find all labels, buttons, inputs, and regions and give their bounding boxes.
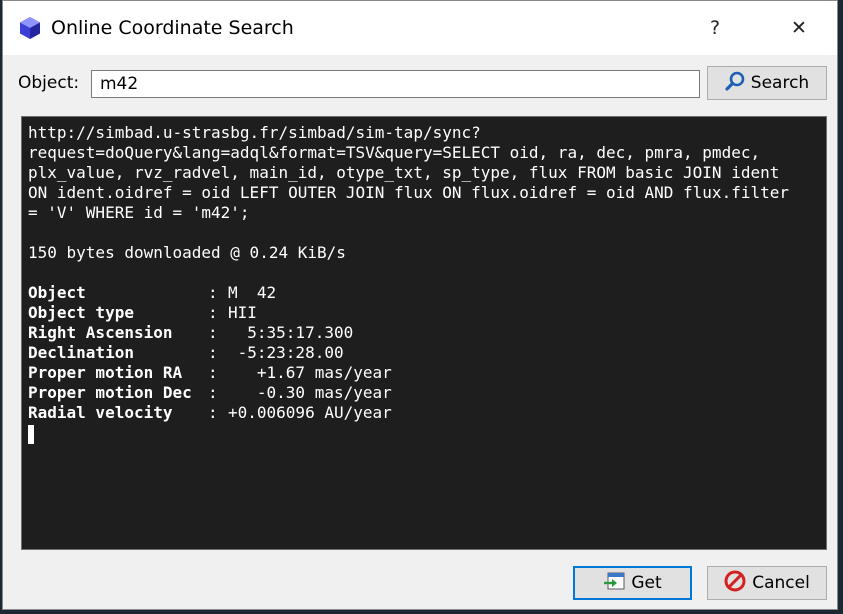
- result-row: Object type: HII: [28, 303, 820, 323]
- app-cube-icon: [19, 16, 41, 40]
- result-row: Radial velocity: +0.006096 AU/year: [28, 403, 820, 423]
- result-separator: :: [208, 283, 218, 302]
- result-separator: :: [208, 323, 218, 342]
- result-row: Right Ascension: 5:35:17.300: [28, 323, 820, 343]
- title-bar: Online Coordinate Search ? ✕: [3, 1, 837, 55]
- query-line: plx_value, rvz_radvel, main_id, otype_tx…: [28, 163, 780, 182]
- result-key: Object type: [28, 303, 134, 322]
- query-line: ON ident.oidref = oid LEFT OUTER JOIN fl…: [28, 183, 789, 202]
- result-value: +1.67 mas/year: [228, 363, 392, 382]
- result-row: Object: M 42: [28, 283, 820, 303]
- query-line: request=doQuery&lang=adql&format=TSV&que…: [28, 143, 761, 162]
- result-value: -0.30 mas/year: [228, 383, 392, 402]
- result-separator: :: [208, 303, 218, 322]
- object-input[interactable]: [91, 70, 700, 98]
- query-line: = 'V' WHERE id = 'm42';: [28, 203, 250, 222]
- coordinate-search-dialog: Online Coordinate Search ? ✕ Object: Sea…: [2, 0, 838, 610]
- cancel-button-label: Cancel: [752, 573, 810, 593]
- search-button-label: Search: [750, 73, 810, 93]
- result-separator: :: [208, 363, 218, 382]
- get-button-label: Get: [631, 573, 662, 593]
- output-console[interactable]: http://simbad.u-strasbg.fr/simbad/sim-ta…: [21, 116, 827, 550]
- search-button[interactable]: Search: [707, 66, 827, 100]
- window-title: Online Coordinate Search: [51, 17, 294, 39]
- result-list: Object: M 42 Object type: HII Right Ascensio…: [28, 283, 820, 423]
- result-key: Proper motion Dec: [28, 383, 192, 402]
- search-icon: [725, 71, 745, 96]
- result-row: Proper motion RA: +1.67 mas/year: [28, 363, 820, 383]
- result-value: HII: [228, 303, 257, 322]
- import-icon: [603, 571, 625, 596]
- result-separator: :: [208, 383, 218, 402]
- result-separator: :: [208, 343, 218, 362]
- query-text: http://simbad.u-strasbg.fr/simbad/sim-ta…: [28, 123, 820, 223]
- result-key: Object: [28, 283, 86, 302]
- object-label: Object:: [18, 73, 80, 93]
- result-value: 5:35:17.300: [228, 323, 354, 342]
- result-row: Declination: -5:23:28.00: [28, 343, 820, 363]
- get-button[interactable]: Get: [573, 566, 692, 600]
- result-key: Declination: [28, 343, 134, 362]
- query-line: http://simbad.u-strasbg.fr/simbad/sim-ta…: [28, 123, 481, 142]
- result-row: Proper motion Dec: -0.30 mas/year: [28, 383, 820, 403]
- close-button[interactable]: ✕: [763, 1, 835, 55]
- result-separator: :: [208, 403, 218, 422]
- result-value: -5:23:28.00: [228, 343, 344, 362]
- result-key: Radial velocity: [28, 403, 173, 422]
- close-icon: ✕: [791, 17, 807, 39]
- help-icon: ?: [709, 17, 721, 39]
- result-key: Right Ascension: [28, 323, 173, 342]
- result-value: M 42: [228, 283, 277, 302]
- cancel-icon: [724, 570, 746, 597]
- result-value: +0.006096 AU/year: [228, 403, 392, 422]
- text-cursor: [28, 425, 34, 444]
- cancel-button[interactable]: Cancel: [707, 566, 827, 600]
- help-button[interactable]: ?: [679, 1, 751, 55]
- result-key: Proper motion RA: [28, 363, 183, 382]
- download-status: 150 bytes downloaded @ 0.24 KiB/s: [28, 243, 346, 262]
